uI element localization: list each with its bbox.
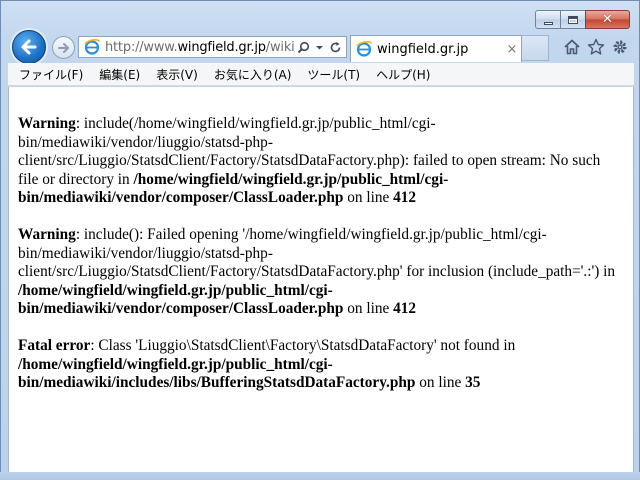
menu-edit[interactable]: 編集(E) [91,66,148,83]
error-text: : Class 'Liuggio\StatsdClient\Factory\St… [90,337,516,354]
tab-close-button[interactable]: × [503,42,521,57]
error-line-number: 412 [393,189,417,206]
error-file: /home/wingfield/wingfield.gr.jp/public_h… [18,281,344,318]
back-button[interactable] [12,30,46,64]
refresh-icon [330,41,340,52]
tools-button[interactable] [609,37,631,57]
url-path: /wiki/ [265,39,295,55]
address-dropdown-button[interactable] [311,38,327,56]
menu-help[interactable]: ヘルプ(H) [368,66,438,83]
dropdown-icon [315,45,323,49]
menu-bar: ファイル(F) 編集(E) 表示(V) お気に入り(A) ツール(T) ヘルプ(… [8,63,634,86]
close-icon: ✕ [602,12,613,27]
forward-arrow-icon [57,42,69,53]
address-bar[interactable]: http://www.wingfield.gr.jp/wiki/ [78,36,347,58]
error-line-word: on line [343,189,394,206]
minimize-icon [543,21,553,25]
url-host: wingfield.gr.jp [177,39,266,55]
refresh-button[interactable] [327,38,343,56]
internet-explorer-page-icon [84,39,101,55]
menu-tools[interactable]: ツール(T) [299,66,368,83]
close-window-button[interactable]: ✕ [585,10,630,29]
php-error-output: Warning: include(/home/wingfield/wingfie… [9,87,619,393]
menu-view[interactable]: 表示(V) [148,66,206,83]
error-label: Fatal error [18,337,91,354]
search-button[interactable] [295,38,311,56]
maximize-button[interactable] [560,10,586,29]
tab-page-icon [356,41,373,57]
error-line-word: on line [415,374,466,391]
window-caption-buttons: ✕ [535,10,630,30]
favorites-button[interactable] [585,37,607,57]
favorites-star-icon [587,38,605,55]
url-prefix: http://www. [105,39,178,55]
error-line-word: on line [343,300,394,317]
home-button[interactable] [561,37,583,57]
maximize-icon [568,15,578,24]
error-message: Warning: include(): Failed opening '/hom… [18,226,619,319]
error-label: Warning [18,115,76,132]
page-content: Warning: include(/home/wingfield/wingfie… [8,87,634,473]
search-icon [297,41,309,53]
error-line-number: 35 [465,374,481,391]
browser-window: ✕ http://www.wingfield.gr.jp/wiki/ [0,0,640,480]
error-file: /home/wingfield/wingfield.gr.jp/public_h… [18,355,416,392]
error-label: Warning [18,226,76,243]
menu-file[interactable]: ファイル(F) [11,66,91,83]
window-bottom-border [0,472,640,480]
new-tab-button[interactable] [522,35,549,61]
url-text[interactable]: http://www.wingfield.gr.jp/wiki/ [105,40,295,55]
error-message: Warning: include(/home/wingfield/wingfie… [18,115,619,208]
forward-button[interactable] [52,36,75,59]
menu-favorites[interactable]: お気に入り(A) [206,66,300,83]
command-icons [559,37,631,57]
error-line-number: 412 [393,300,417,317]
back-arrow-icon [21,39,37,55]
error-message: Fatal error: Class 'Liuggio\StatsdClient… [18,337,619,393]
tab-active[interactable]: wingfield.gr.jp × [350,35,522,62]
address-tools [295,38,346,56]
gear-icon [613,40,627,54]
minimize-button[interactable] [535,10,561,29]
tab-title: wingfield.gr.jp [377,41,469,57]
error-text: : include(): Failed opening '/home/wingf… [18,226,616,280]
home-icon [564,39,580,55]
